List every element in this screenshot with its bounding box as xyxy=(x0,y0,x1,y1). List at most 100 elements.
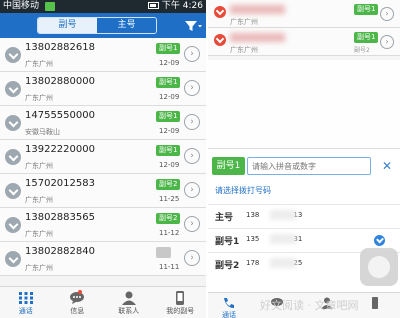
call-row[interactable]: 13802883565 广东广州 副号2 11-12 › xyxy=(0,208,206,242)
chevron-right-icon[interactable]: › xyxy=(380,35,394,49)
call-location: 广东广州 xyxy=(25,60,53,68)
tab-main-number[interactable]: 主号 xyxy=(97,18,156,33)
call-row[interactable]: 13802882840 广东广州 11-11 › xyxy=(0,242,206,276)
tab-secondary-number[interactable]: 副号 xyxy=(38,18,97,33)
tab-messages[interactable]: 信息 xyxy=(52,287,104,318)
call-meta: 副号2 xyxy=(354,47,370,54)
redaction xyxy=(270,234,296,244)
dial-input[interactable] xyxy=(247,157,371,175)
chevron-right-icon[interactable]: › xyxy=(184,216,200,232)
line-badge: 副号1 xyxy=(354,4,379,15)
call-location: 广东广州 xyxy=(25,264,53,272)
watermark: 好文阅读 · 文章吧网 xyxy=(260,299,359,312)
call-row[interactable]: 15702012583 广东广州 副号2 11-25 › xyxy=(0,174,206,208)
left-phone-screen: 中国移动 下午 4:26 副号 主号 13802882618 广东广州 副号1 … xyxy=(0,0,206,318)
call-row[interactable]: 13922220000 广东广州 副号1 12-09 › xyxy=(0,140,206,174)
chevron-right-icon[interactable]: › xyxy=(184,182,200,198)
outgoing-call-icon xyxy=(5,47,21,63)
contact-icon xyxy=(121,291,136,305)
dialpad-icon xyxy=(18,292,33,304)
dim-overlay[interactable] xyxy=(208,60,400,148)
outgoing-call-icon xyxy=(5,217,21,233)
call-number: 13802883565 xyxy=(25,212,95,223)
right-phone-screen: 广东广州 副号1 › 广东广州 副号1 副号2 › 副号1 ✕ 请选择拨打号码 … xyxy=(208,0,400,318)
bottom-tab-bar: 通话 信息 联系人 我的副号 xyxy=(0,286,206,318)
call-number: 13802882618 xyxy=(25,42,95,53)
call-location: 广东广州 xyxy=(25,162,53,170)
tab-label: 通话 xyxy=(222,311,236,318)
redacted-number xyxy=(230,33,285,42)
call-row[interactable]: 13802882618 广东广州 副号1 12-09 › xyxy=(0,38,206,72)
call-row[interactable]: 14755550000 安徽马鞍山 副号1 12-09 › xyxy=(0,106,206,140)
phone-icon xyxy=(176,291,185,305)
filter-icon[interactable] xyxy=(183,18,203,34)
outgoing-call-icon xyxy=(5,183,21,199)
status-bar: 中国移动 下午 4:26 xyxy=(0,0,206,13)
chevron-right-icon[interactable]: › xyxy=(184,80,200,96)
tab-contacts[interactable]: 联系人 xyxy=(103,287,155,318)
chevron-right-icon[interactable]: › xyxy=(380,7,394,21)
outgoing-call-icon xyxy=(5,251,21,267)
sim-selector[interactable]: 副号1 xyxy=(212,157,245,175)
chevron-right-icon[interactable]: › xyxy=(184,46,200,62)
chevron-right-icon[interactable]: › xyxy=(184,114,200,130)
call-row[interactable]: 广东广州 副号1 › xyxy=(208,0,400,28)
phone-call-icon[interactable] xyxy=(222,297,236,309)
floating-assist-button[interactable] xyxy=(360,248,398,286)
status-right: 下午 4:26 xyxy=(147,0,203,13)
call-date: 12-09 xyxy=(159,93,180,101)
call-list: 13802882618 广东广州 副号1 12-09 › 13802880000… xyxy=(0,38,206,276)
call-number: 14755550000 xyxy=(25,110,95,121)
phone-icon[interactable] xyxy=(368,297,382,309)
call-location: 广东广州 xyxy=(25,196,53,204)
line-badge: 副号1 xyxy=(156,43,181,54)
option-label: 副号1 xyxy=(215,237,240,247)
call-date: 11-25 xyxy=(159,195,180,203)
call-date: 12-09 xyxy=(159,59,180,67)
number-prefix: 138 xyxy=(246,211,260,219)
call-date: 11-11 xyxy=(159,263,180,271)
call-row[interactable]: 广东广州 副号1 副号2 › xyxy=(208,28,400,56)
call-number: 13922220000 xyxy=(25,144,95,155)
call-location: 安徽马鞍山 xyxy=(25,128,60,136)
call-date: 12-09 xyxy=(159,127,180,135)
top-bar: 副号 主号 xyxy=(0,13,206,38)
option-label: 副号2 xyxy=(215,261,240,271)
dial-row: 副号1 ✕ xyxy=(208,155,400,177)
option-label: 主号 xyxy=(215,213,234,223)
redaction xyxy=(270,258,296,268)
call-location: 广东广州 xyxy=(230,46,258,54)
clock: 下午 4:26 xyxy=(161,1,203,11)
call-date: 11-12 xyxy=(159,229,180,237)
redacted-number xyxy=(230,5,285,14)
number-switch: 副号 主号 xyxy=(37,17,157,34)
outgoing-call-icon xyxy=(5,81,21,97)
tab-calls[interactable]: 通话 xyxy=(0,287,52,318)
recent-calls: 广东广州 副号1 › 广东广州 副号1 副号2 › xyxy=(208,0,400,56)
call-location: 广东广州 xyxy=(230,18,258,26)
tab-label: 我的副号 xyxy=(166,307,195,315)
call-row[interactable]: 13802880000 广东广州 副号1 12-09 › xyxy=(0,72,206,106)
tab-label: 联系人 xyxy=(118,307,140,315)
carrier-label: 中国移动 xyxy=(3,1,40,11)
call-number: 13802880000 xyxy=(25,76,95,87)
call-date: 12-09 xyxy=(159,161,180,169)
missed-call-icon xyxy=(214,34,226,46)
chevron-right-icon[interactable]: › xyxy=(184,250,200,266)
battery-icon xyxy=(147,2,159,9)
number-prefix: 178 xyxy=(246,259,260,267)
missed-call-icon xyxy=(214,6,226,18)
chevron-right-icon[interactable]: › xyxy=(184,148,200,164)
tab-label: 信息 xyxy=(70,307,85,315)
line-badge: 副号1 xyxy=(156,111,181,122)
call-location: 广东广州 xyxy=(25,94,53,102)
tab-label: 通话 xyxy=(18,307,33,315)
outgoing-call-icon xyxy=(5,149,21,165)
number-option[interactable]: 主号 138 13 xyxy=(208,204,400,227)
sim-icon xyxy=(45,2,55,11)
number-prefix: 135 xyxy=(246,235,260,243)
close-icon[interactable]: ✕ xyxy=(376,157,398,175)
tab-my-numbers[interactable]: 我的副号 xyxy=(155,287,207,318)
redaction xyxy=(270,210,296,220)
line-badge xyxy=(156,247,171,258)
